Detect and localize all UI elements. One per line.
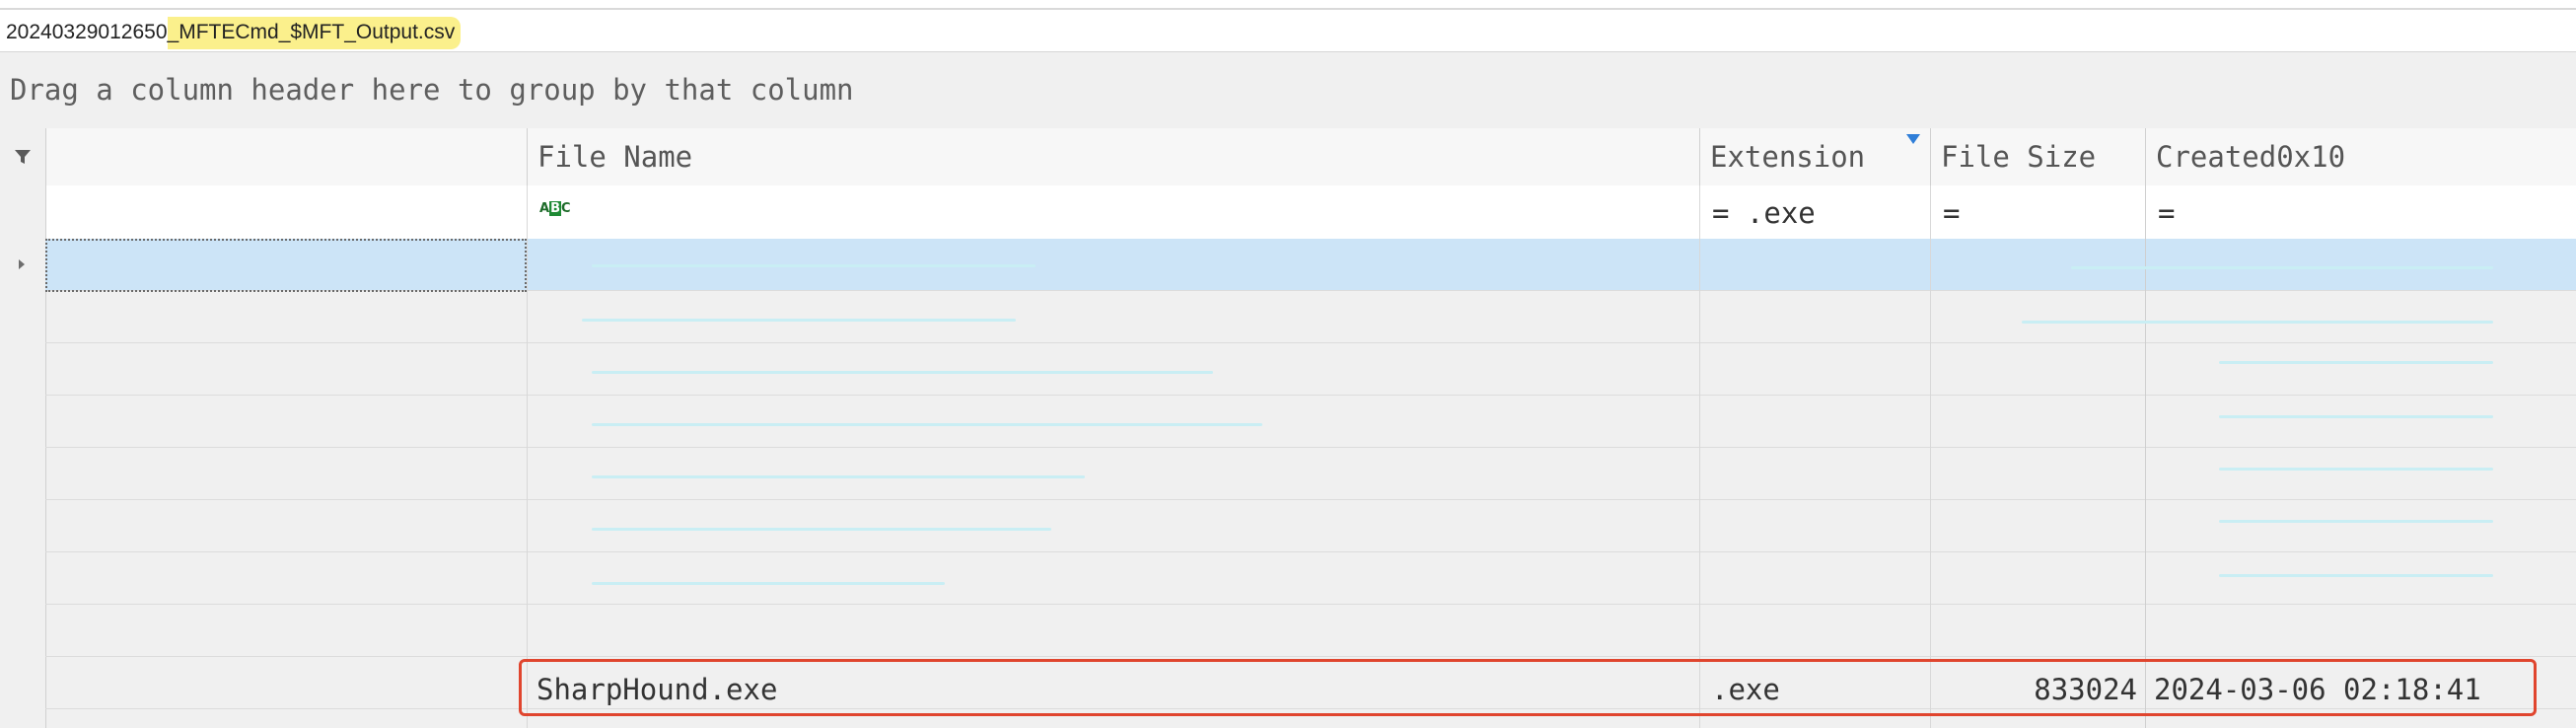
column-header-blank[interactable] xyxy=(45,128,527,185)
text-filter-icon[interactable]: ABC xyxy=(539,201,571,223)
redacted-text xyxy=(2219,520,2493,523)
filter-cell-created[interactable]: = xyxy=(2145,185,2576,239)
tab-title: _MFTECmd_$MFT_Output.csv xyxy=(167,17,462,49)
column-header-file-name[interactable]: File Name xyxy=(527,128,1699,185)
redacted-text xyxy=(592,582,945,585)
column-header-file-name-label: File Name xyxy=(537,140,693,174)
row-indicator-column xyxy=(0,128,46,728)
redacted-text xyxy=(592,371,1213,374)
filter-row: ABC = .exe = = xyxy=(0,185,2576,240)
focused-cell xyxy=(45,239,527,292)
redacted-text xyxy=(582,319,1016,322)
redacted-text xyxy=(592,475,1085,478)
filter-cell-blank[interactable] xyxy=(45,185,527,239)
table-row[interactable] xyxy=(45,448,2576,500)
filter-funnel-icon xyxy=(15,150,31,164)
redacted-text xyxy=(2022,321,2493,324)
column-header-file-size[interactable]: File Size xyxy=(1930,128,2145,185)
filter-cell-extension[interactable]: = .exe xyxy=(1699,185,1930,239)
table-row[interactable] xyxy=(45,605,2576,657)
column-header-extension[interactable]: Extension xyxy=(1699,128,1930,185)
redacted-text xyxy=(2219,574,2493,577)
redacted-text xyxy=(592,528,1051,531)
group-panel-hint: Drag a column header here to group by th… xyxy=(10,73,854,107)
filter-cell-file-name[interactable]: ABC xyxy=(527,185,1699,239)
filter-created-value: = xyxy=(2158,196,2176,230)
redacted-text xyxy=(592,264,1036,267)
file-tab[interactable]: 20240329012650_MFTECmd_$MFT_Output.csv xyxy=(6,16,462,49)
column-divider xyxy=(1930,185,1931,728)
tab-prefix: 20240329012650 xyxy=(6,21,168,43)
column-header-created[interactable]: Created0x10 xyxy=(2145,128,2576,185)
redacted-text xyxy=(2219,415,2493,418)
group-by-panel[interactable]: Drag a column header here to group by th… xyxy=(0,52,2576,129)
highlight-annotation-box xyxy=(519,659,2537,716)
redacted-text xyxy=(2219,361,2493,364)
redacted-text xyxy=(2071,266,2493,269)
redacted-text xyxy=(2219,468,2493,471)
column-header-row: File Name Extension File Size Created0x1… xyxy=(0,128,2576,186)
current-row-caret-icon xyxy=(19,259,25,269)
window-top-border xyxy=(0,0,2576,10)
table-row[interactable] xyxy=(45,396,2576,448)
filter-cell-file-size[interactable]: = xyxy=(1930,185,2145,239)
filter-file-size-value: = xyxy=(1943,196,1961,230)
table-row[interactable] xyxy=(45,291,2576,343)
column-divider xyxy=(527,185,528,728)
data-grid: File Name Extension File Size Created0x1… xyxy=(0,128,2576,728)
column-header-created-label: Created0x10 xyxy=(2156,140,2346,174)
tab-bar: 20240329012650_MFTECmd_$MFT_Output.csv xyxy=(0,10,2576,52)
column-header-file-size-label: File Size xyxy=(1941,140,2097,174)
table-row[interactable] xyxy=(45,343,2576,396)
table-row[interactable] xyxy=(45,552,2576,605)
column-divider xyxy=(1699,185,1700,728)
column-header-extension-label: Extension xyxy=(1710,140,1866,174)
filter-extension-value: = .exe xyxy=(1712,196,1816,230)
table-row[interactable] xyxy=(45,500,2576,552)
filter-active-icon[interactable] xyxy=(1906,134,1920,144)
redacted-text xyxy=(592,423,1262,426)
